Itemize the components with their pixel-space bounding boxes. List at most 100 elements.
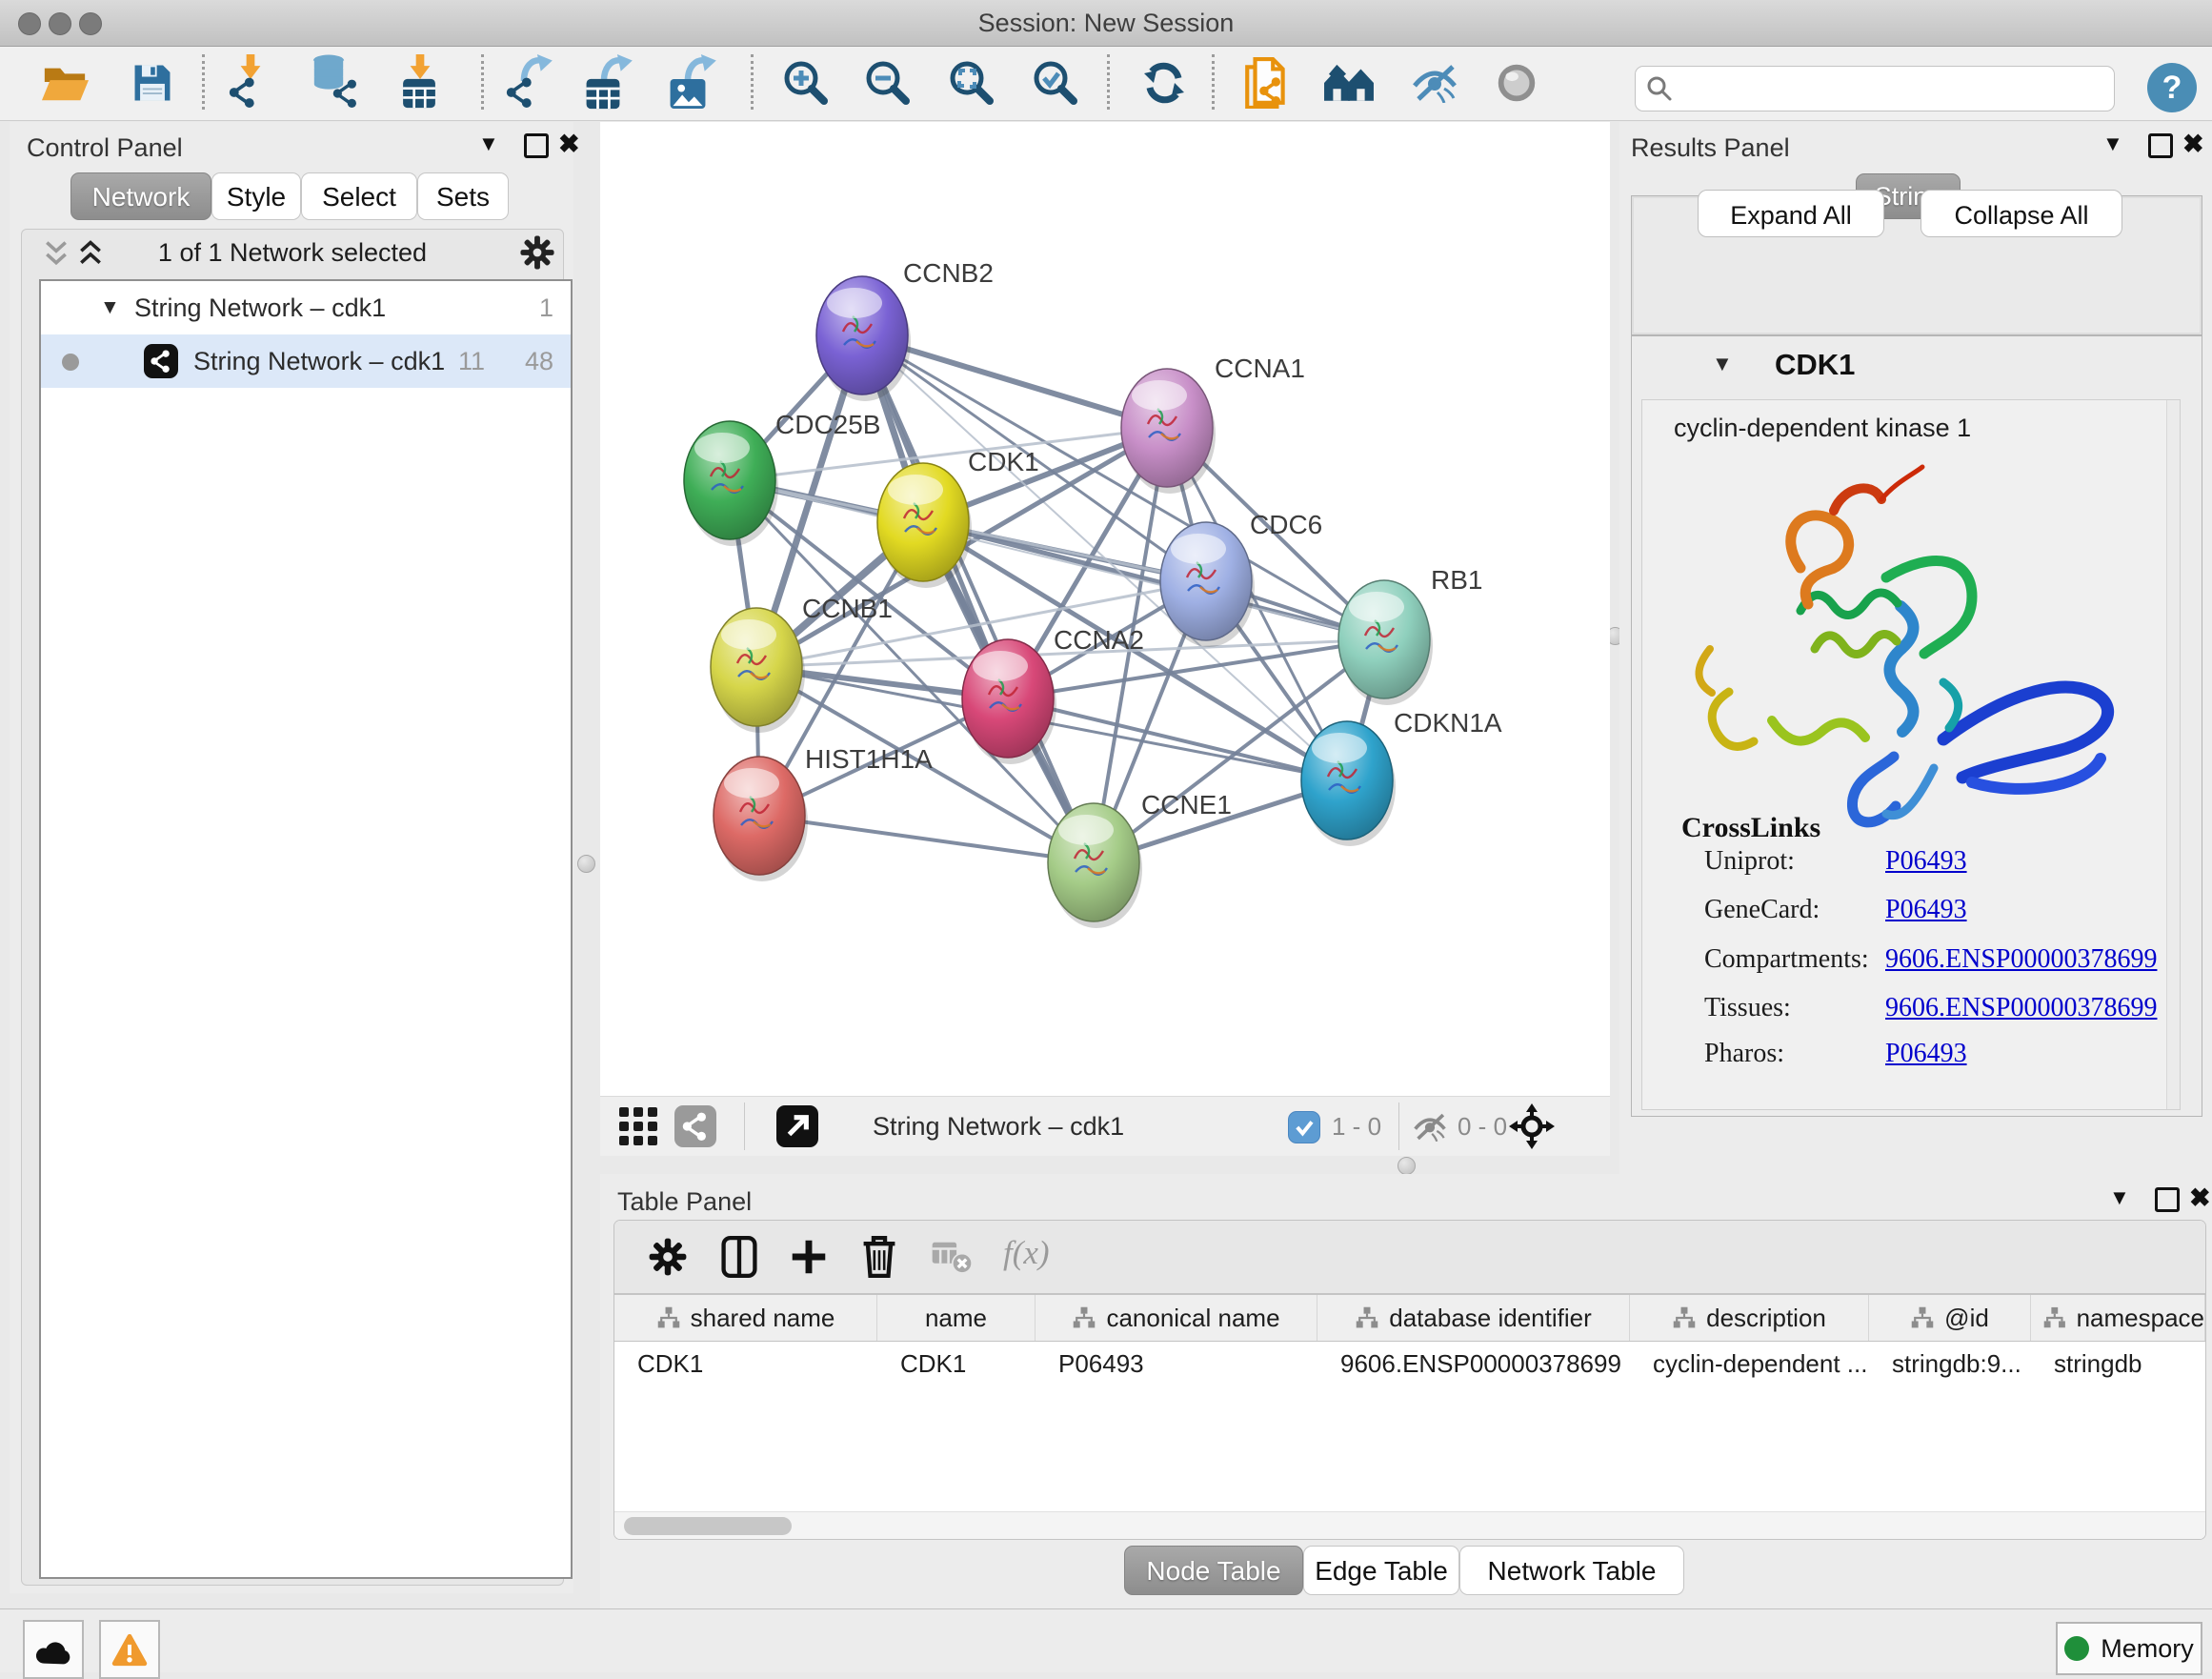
panel-maximize-icon[interactable] [2155,1187,2180,1212]
selected-checkbox[interactable] [1288,1111,1320,1143]
protein-entry-card: ▼ CDK1 cyclin-dependent kinase 1 [1631,335,2202,1117]
network-graph[interactable]: CCNB2CCNA1CDC25BCDK1CDC6RB1CCNB1CCNA2CDK… [600,122,1610,1096]
entry-scrollbar[interactable] [2166,400,2180,1109]
create-column-button[interactable] [784,1232,834,1282]
crosslink-link[interactable]: 9606.ENSP00000378699 [1885,944,2157,975]
network-node-cdc6[interactable] [1160,522,1255,647]
gear-icon[interactable] [519,234,555,271]
panel-close-icon[interactable]: ✖ [558,130,580,159]
collapse-all-button[interactable]: Collapse All [1920,190,2122,237]
crosslink-link[interactable]: P06493 [1885,895,1967,925]
column-header-description[interactable]: description [1630,1295,1869,1341]
help-button[interactable]: ? [2147,63,2197,112]
open-session-button[interactable] [38,54,91,111]
column-header-database-identifier[interactable]: database identifier [1317,1295,1630,1341]
column-header-canonical-name[interactable]: canonical name [1036,1295,1317,1341]
tab-sets[interactable]: Sets [417,172,509,220]
document-share-icon [1241,57,1293,109]
column-header-namespace[interactable]: namespace [2031,1295,2205,1341]
show-columns-button[interactable] [714,1232,764,1282]
column-header--id[interactable]: @id [1869,1295,2031,1341]
panel-maximize-icon[interactable] [524,133,549,158]
hidden-eye-icon[interactable] [1412,1112,1448,1142]
table-cell[interactable]: stringdb [2031,1340,2205,1387]
zoom-fit-button[interactable] [945,54,998,111]
bottom-splitter-handle[interactable] [1398,1157,1416,1175]
show-all-views-button[interactable] [1322,54,1376,111]
panel-close-icon[interactable]: ✖ [2189,1183,2211,1213]
import-network-button[interactable] [225,54,278,111]
network-node-rb1[interactable] [1338,580,1433,705]
network-node-ccnb1[interactable] [711,608,805,733]
panel-float-icon[interactable]: ▼ [2102,131,2123,156]
delete-table-button[interactable] [927,1232,976,1282]
zoom-selected-button[interactable] [1029,54,1082,111]
export-image-button[interactable] [667,54,720,111]
crosslink-link[interactable]: P06493 [1885,1039,1967,1069]
panel-float-icon[interactable]: ▼ [2109,1185,2130,1210]
network-node-ccna1[interactable] [1121,369,1216,494]
panel-maximize-icon[interactable] [2148,133,2173,158]
network-collection-row[interactable]: ▼ String Network – cdk1 1 [41,281,571,334]
network-node-cdkn1a[interactable] [1301,721,1396,846]
tree-column-icon [2042,1305,2067,1330]
table-settings-button[interactable] [643,1232,693,1282]
window-zoom-button[interactable] [79,12,102,35]
column-header-name[interactable]: name [877,1295,1036,1341]
network-canvas[interactable]: CCNB2CCNA1CDC25BCDK1CDC6RB1CCNB1CCNA2CDK… [600,122,1610,1096]
crosslink-link[interactable]: 9606.ENSP00000378699 [1885,993,2157,1023]
first-neighbors-button[interactable] [1240,54,1294,111]
window-minimize-button[interactable] [49,12,71,35]
search-input[interactable] [1679,69,2110,109]
hide-selected-button[interactable] [1408,54,1461,111]
hscrollbar-thumb[interactable] [624,1517,792,1535]
network-row-selected[interactable]: String Network – cdk1 11 48 [41,334,571,388]
network-node-ccne1[interactable] [1048,803,1142,928]
import-table-button[interactable] [394,54,448,111]
cloud-status-button[interactable] [23,1620,84,1679]
window-close-button[interactable] [18,12,41,35]
table-cell[interactable]: cyclin-dependent ... [1630,1340,1869,1387]
lens-button[interactable] [1490,54,1543,111]
function-builder-button[interactable]: f(x) [1003,1234,1050,1272]
save-session-button[interactable] [126,54,179,111]
tab-edge-table[interactable]: Edge Table [1303,1546,1459,1595]
export-network-button[interactable] [505,54,558,111]
tab-style[interactable]: Style [211,172,301,220]
tab-node-table[interactable]: Node Table [1124,1546,1303,1595]
network-node-ccnb2[interactable] [816,276,911,401]
warnings-button[interactable] [99,1620,160,1679]
panel-close-icon[interactable]: ✖ [2182,130,2204,159]
column-header-shared-name[interactable]: shared name [614,1295,877,1341]
delete-column-button[interactable] [855,1232,904,1282]
share-icon [681,1112,710,1141]
tree-expand-caret[interactable]: ▼ [100,281,120,334]
table-row[interactable]: CDK1CDK1P064939606.ENSP00000378699cyclin… [614,1340,2205,1387]
detach-view-button[interactable] [776,1105,818,1147]
table-cell[interactable]: P06493 [1036,1340,1317,1387]
memory-button[interactable]: Memory [2056,1622,2202,1675]
tab-network[interactable]: Network [70,172,211,220]
expand-all-button[interactable]: Expand All [1698,190,1884,237]
zoom-in-button[interactable] [779,54,833,111]
network-node-cdk1[interactable] [877,463,972,588]
network-node-hist1h1a[interactable] [714,757,808,881]
entry-collapse-caret[interactable]: ▼ [1712,352,1733,376]
network-node-ccna2[interactable] [962,639,1056,764]
grid-view-button[interactable] [617,1105,659,1147]
tab-select[interactable]: Select [301,172,417,220]
table-cell[interactable]: 9606.ENSP00000378699 [1317,1340,1630,1387]
refresh-button[interactable] [1137,54,1191,111]
import-network-from-database-button[interactable] [309,54,362,111]
string-view-button[interactable] [674,1105,716,1147]
table-cell[interactable]: CDK1 [614,1340,877,1387]
table-cell[interactable]: stringdb:9... [1869,1340,2031,1387]
table-cell[interactable]: CDK1 [877,1340,1036,1387]
panel-float-icon[interactable]: ▼ [478,131,499,156]
tab-network-table[interactable]: Network Table [1459,1546,1684,1595]
left-splitter-handle[interactable] [577,855,595,873]
birds-eye-button[interactable] [1507,1102,1557,1151]
zoom-out-button[interactable] [861,54,915,111]
export-table-button[interactable] [583,54,636,111]
crosslink-link[interactable]: P06493 [1885,846,1967,877]
